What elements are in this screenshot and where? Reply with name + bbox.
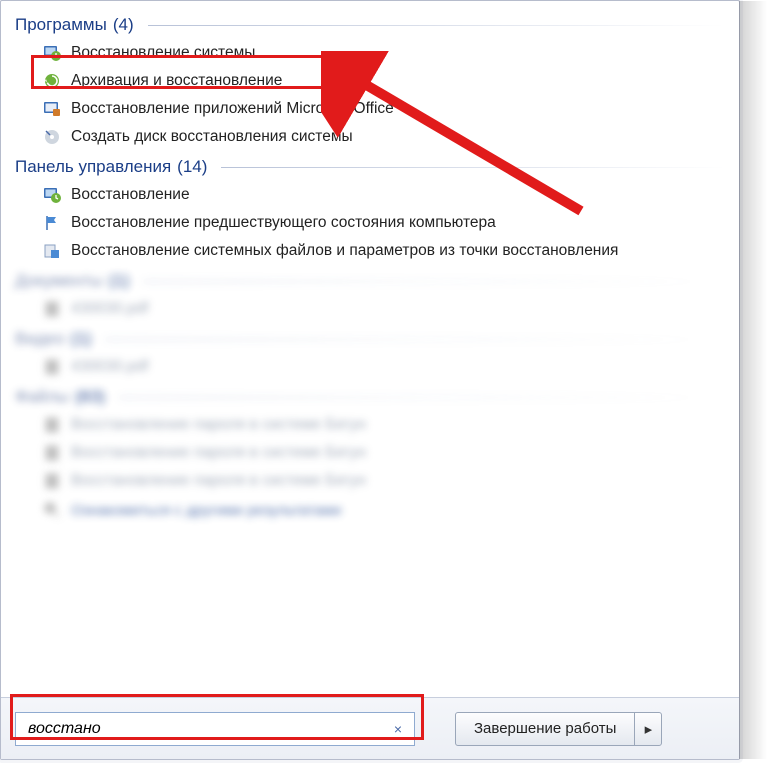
group-count: (1) [71, 329, 92, 349]
result-restore-previous-state[interactable]: Восстановление предшествующего состояния… [15, 209, 725, 237]
result-restore-system-files[interactable]: Восстановление системных файлов и параме… [15, 237, 725, 265]
result-label: Восстановление [71, 186, 190, 204]
result-label: Восстановление системы [71, 44, 255, 62]
group-header-programs: Программы (4) [15, 9, 725, 39]
group-count: (83) [75, 387, 105, 407]
result-file-item[interactable]: Восстановление пароля в системе Бегун [15, 411, 725, 439]
result-label: 430030.pdf [71, 300, 149, 318]
document-icon [43, 472, 61, 490]
shutdown-label[interactable]: Завершение работы [456, 713, 635, 745]
result-label: Восстановление пароля в системе Бегун [71, 444, 366, 462]
see-more-results[interactable]: Ознакомиться с другими результатами [15, 495, 725, 525]
document-icon [43, 444, 61, 462]
group-header-control-panel: Панель управления (14) [15, 151, 725, 181]
pdf-icon [43, 358, 61, 376]
clear-search-icon[interactable]: × [390, 721, 406, 737]
group-title: Видео [15, 329, 65, 349]
group-title: Программы [15, 15, 107, 35]
result-label: Восстановление пароля в системе Бегун [71, 472, 366, 490]
group-title: Панель управления [15, 157, 171, 177]
divider [105, 339, 725, 340]
monitor-clock-icon [43, 186, 61, 204]
result-recovery[interactable]: Восстановление [15, 181, 725, 209]
document-icon [43, 416, 61, 434]
monitor-clock-icon [43, 44, 61, 62]
result-label: Создать диск восстановления системы [71, 128, 353, 146]
group-title: Файлы [15, 387, 69, 407]
result-video-item[interactable]: 430030.pdf [15, 353, 725, 381]
disc-icon [43, 128, 61, 146]
blurred-results: Документы (1) 430030.pdf Видео (1) 43003… [15, 265, 725, 525]
result-file-item[interactable]: Восстановление пароля в системе Бегун [15, 467, 725, 495]
result-file-item[interactable]: Восстановление пароля в системе Бегун [15, 439, 725, 467]
group-title: Документы [15, 271, 103, 291]
divider [221, 167, 725, 168]
group-header-video: Видео (1) [15, 323, 725, 353]
search-box[interactable]: × [15, 712, 415, 746]
office-repair-icon [43, 100, 61, 118]
shutdown-arrow-icon[interactable]: ▸ [635, 713, 661, 745]
result-label: Восстановление предшествующего состояния… [71, 214, 496, 232]
result-system-restore[interactable]: Восстановление системы [15, 39, 725, 67]
result-office-repair[interactable]: Восстановление приложений Microsoft Offi… [15, 95, 725, 123]
shutdown-button[interactable]: Завершение работы ▸ [455, 712, 662, 746]
group-header-files: Файлы (83) [15, 381, 725, 411]
divider [148, 25, 725, 26]
group-count: (14) [177, 157, 207, 177]
divider [143, 281, 725, 282]
result-label: 430030.pdf [71, 358, 149, 376]
pdf-icon [43, 300, 61, 318]
flag-icon [43, 214, 61, 232]
result-backup-restore[interactable]: Архивация и восстановление [15, 67, 725, 95]
system-files-icon [43, 242, 61, 260]
start-menu-search-panel: Программы (4) Восстановление системы Арх… [0, 0, 740, 760]
group-count: (4) [113, 15, 134, 35]
bottom-bar: × Завершение работы ▸ [1, 697, 739, 759]
result-label: Восстановление пароля в системе Бегун [71, 416, 366, 434]
shadow-decor [739, 1, 767, 759]
result-doc-item[interactable]: 430030.pdf [15, 295, 725, 323]
search-icon [43, 501, 61, 519]
search-input[interactable] [26, 719, 384, 739]
result-label: Восстановление системных файлов и параме… [71, 242, 618, 260]
backup-restore-icon [43, 72, 61, 90]
group-header-documents: Документы (1) [15, 265, 725, 295]
result-label: Архивация и восстановление [71, 72, 282, 90]
group-count: (1) [109, 271, 130, 291]
result-label: Восстановление приложений Microsoft Offi… [71, 100, 394, 118]
see-more-label: Ознакомиться с другими результатами [71, 502, 341, 519]
result-create-recovery-disc[interactable]: Создать диск восстановления системы [15, 123, 725, 151]
divider [119, 397, 725, 398]
